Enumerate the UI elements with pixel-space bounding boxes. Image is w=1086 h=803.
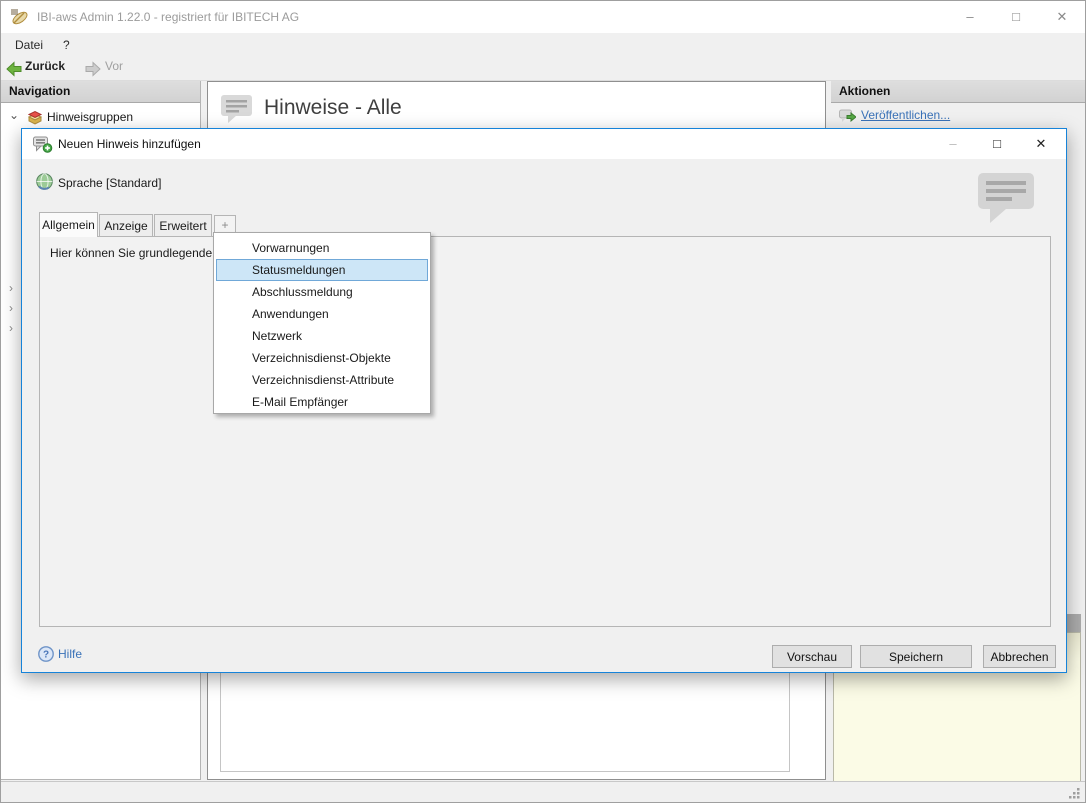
menu-help[interactable]: ?: [55, 33, 78, 57]
menu-datei[interactable]: Datei: [7, 33, 51, 57]
tab-allgemein[interactable]: Allgemein: [39, 212, 98, 237]
toolbar: [1, 57, 1085, 81]
window-title: IBI-aws Admin 1.22.0 - registriert für I…: [37, 10, 300, 24]
tab-anzeige[interactable]: Anzeige: [99, 214, 153, 237]
back-arrow-icon[interactable]: [6, 61, 22, 77]
menu-item-email-empfaenger[interactable]: E-Mail Empfänger: [216, 391, 428, 413]
statusbar: [1, 781, 1085, 802]
back-button[interactable]: Zurück: [25, 59, 65, 73]
forward-button: Vor: [105, 59, 124, 73]
hint-group-icon: [27, 110, 43, 125]
svg-text:?: ?: [43, 650, 49, 661]
chevron-down-icon[interactable]: ⌄: [9, 108, 19, 122]
language-label: Sprache [Standard]: [58, 176, 162, 190]
sidebar-item-hinweisgruppen[interactable]: Hinweisgruppen: [47, 110, 133, 124]
chevron-right-icon[interactable]: ›: [9, 321, 13, 335]
tab-erweitert[interactable]: Erweitert: [154, 214, 212, 237]
preview-button[interactable]: Vorschau: [772, 645, 852, 668]
menu-item-anwendungen[interactable]: Anwendungen: [216, 303, 428, 325]
menu-item-vorwarnungen[interactable]: Vorwarnungen: [216, 237, 428, 259]
hint-bubble-icon: [221, 95, 252, 123]
publish-link[interactable]: Veröffentlichen...: [861, 108, 950, 122]
dialog-close-button[interactable]: ✕: [1019, 129, 1063, 158]
actions-header: Aktionen: [831, 81, 1085, 103]
intro-text: Hier können Sie grundlegende Ei: [50, 246, 227, 260]
menu-item-verzeichnisdienst-attribute[interactable]: Verzeichnisdienst-Attribute: [216, 369, 428, 391]
save-button[interactable]: Speichern: [860, 645, 972, 668]
navigation-header: Navigation: [1, 81, 200, 103]
add-hint-icon: [33, 136, 53, 153]
menu-item-verzeichnisdienst-objekte[interactable]: Verzeichnisdienst-Objekte: [216, 347, 428, 369]
app-icon: [11, 9, 28, 25]
maximize-button[interactable]: □: [993, 1, 1039, 32]
close-button[interactable]: ✕: [1039, 1, 1085, 32]
menu-item-abschlussmeldung[interactable]: Abschlussmeldung: [216, 281, 428, 303]
resize-grip[interactable]: [1067, 786, 1081, 800]
cancel-button[interactable]: Abbrechen: [983, 645, 1056, 668]
minimize-button[interactable]: –: [947, 1, 993, 32]
app-window: IBI-aws Admin 1.22.0 - registriert für I…: [0, 0, 1086, 803]
titlebar: IBI-aws Admin 1.22.0 - registriert für I…: [1, 1, 1085, 33]
menu-item-statusmeldungen[interactable]: Statusmeldungen: [216, 259, 428, 281]
dialog-maximize-button[interactable]: □: [975, 129, 1019, 158]
dialog-bubble-watermark: [978, 173, 1034, 223]
add-hint-dialog: Neuen Hinweis hinzufügen – □ ✕ Sprache […: [21, 128, 1067, 673]
menu-item-netzwerk[interactable]: Netzwerk: [216, 325, 428, 347]
tab-content-panel: [39, 236, 1051, 627]
dialog-title: Neuen Hinweis hinzufügen: [58, 137, 201, 151]
menubar: [1, 33, 1085, 57]
forward-arrow-icon: [85, 61, 101, 77]
chevron-right-icon[interactable]: ›: [9, 301, 13, 315]
chevron-right-icon[interactable]: ›: [9, 281, 13, 295]
add-tab-popup-menu: Vorwarnungen Statusmeldungen Abschlussme…: [213, 232, 431, 414]
dialog-minimize-button[interactable]: –: [931, 129, 975, 158]
publish-icon: [839, 109, 856, 123]
page-title: Hinweise - Alle: [264, 96, 402, 119]
help-icon[interactable]: ?: [38, 646, 54, 662]
help-link[interactable]: Hilfe: [58, 647, 82, 661]
dialog-titlebar: Neuen Hinweis hinzufügen – □ ✕: [22, 129, 1066, 159]
language-globe-icon: [36, 173, 53, 190]
